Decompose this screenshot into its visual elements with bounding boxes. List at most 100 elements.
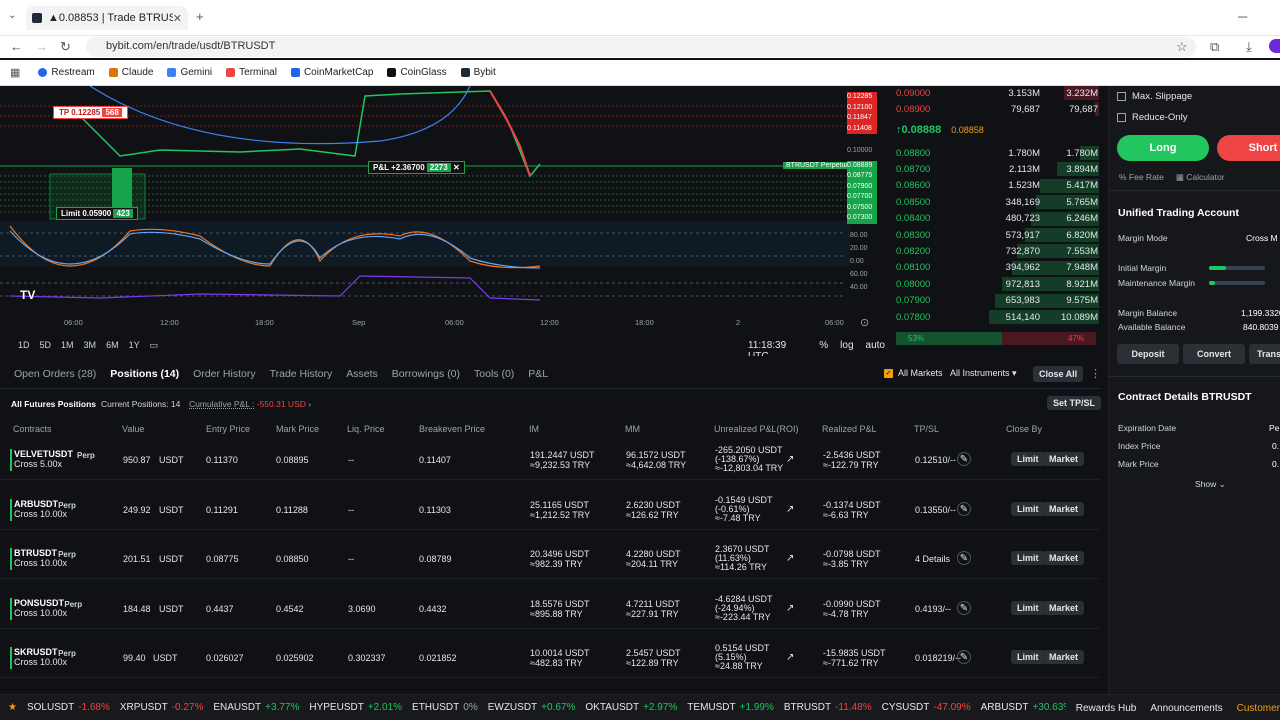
ticker-item[interactable]: ETHUSDT 0% bbox=[412, 702, 478, 713]
bid-row[interactable]: 0.08000 972,813 8.921M bbox=[890, 276, 1105, 292]
close-market-button[interactable]: Market bbox=[1043, 551, 1085, 565]
more-options-icon[interactable]: ⋮ bbox=[1090, 367, 1101, 380]
leverage[interactable]: Cross 10.00x bbox=[14, 657, 67, 667]
limit-order-label[interactable]: Limit 0.05900 423 bbox=[56, 207, 138, 220]
share-pnl-icon[interactable]: ↗ bbox=[786, 603, 794, 614]
ticker-item[interactable]: HYPEUSDT +2.01% bbox=[309, 702, 402, 713]
fee-rate-link[interactable]: % Fee Rate bbox=[1119, 172, 1164, 183]
max-slippage-row[interactable]: Max. Slippage bbox=[1117, 91, 1192, 102]
tpsl-value[interactable]: 0.4193/-- bbox=[915, 604, 951, 614]
tab-positions[interactable]: Positions (14) bbox=[110, 368, 179, 384]
contract-name[interactable]: SKRUSDT bbox=[14, 647, 58, 657]
favorites-star-icon[interactable]: ★ bbox=[8, 702, 17, 713]
all-futures-label[interactable]: All Futures Positions bbox=[11, 399, 96, 409]
back-icon[interactable]: ← bbox=[10, 39, 23, 54]
bid-row[interactable]: 0.08400 480,723 6.246M bbox=[890, 211, 1105, 227]
bid-row[interactable]: 0.07800 514,140 10.089M bbox=[890, 309, 1105, 325]
bid-row[interactable]: 0.08100 394,962 7.948M bbox=[890, 260, 1105, 276]
chart-settings-icon[interactable]: ⊙ bbox=[860, 316, 869, 329]
apps-grid-icon[interactable]: ▦ bbox=[10, 66, 20, 79]
bid-row[interactable]: 0.08600 1.523M 5.417M bbox=[890, 178, 1105, 194]
bookmark-coinmarketcap[interactable]: CoinMarketCap bbox=[290, 67, 373, 78]
tab-assets[interactable]: Assets bbox=[346, 368, 378, 384]
contract-name[interactable]: VELVETUSDT bbox=[14, 449, 73, 459]
ticker-item[interactable]: ENAUSDT +3.77% bbox=[213, 702, 299, 713]
ticker-item[interactable]: OKTAUSDT +2.97% bbox=[585, 702, 677, 713]
interval-6m[interactable]: 6M bbox=[106, 340, 119, 351]
percent-scale-toggle[interactable]: % bbox=[819, 340, 828, 356]
close-position-icon[interactable]: ✕ bbox=[453, 163, 460, 172]
transfer-button[interactable]: Trans bbox=[1249, 344, 1280, 364]
leverage[interactable]: Cross 5.00x bbox=[14, 459, 62, 469]
share-pnl-icon[interactable]: ↗ bbox=[786, 504, 794, 515]
close-limit-button[interactable]: Limit bbox=[1011, 600, 1045, 615]
ticker-item[interactable]: SOLUSDT -1.68% bbox=[27, 702, 110, 713]
tab-order-history[interactable]: Order History bbox=[193, 368, 255, 384]
leverage[interactable]: Cross 10.00x bbox=[14, 558, 67, 568]
download-icon[interactable]: ⤓ bbox=[1246, 39, 1252, 55]
tab-list-icon[interactable]: ⌄ bbox=[8, 10, 16, 21]
bid-row[interactable]: 0.08700 2.113M 3.894M bbox=[890, 161, 1105, 177]
reduce-only-row[interactable]: Reduce-Only bbox=[1117, 112, 1187, 123]
share-pnl-icon[interactable]: ↗ bbox=[786, 652, 794, 663]
header-value[interactable]: Value bbox=[122, 424, 144, 434]
cumulative-pnl[interactable]: Cumulative P&L : -550.31 USD › bbox=[189, 399, 311, 409]
reduce-only-checkbox[interactable] bbox=[1117, 113, 1126, 122]
edit-tpsl-icon[interactable]: ✎ bbox=[957, 600, 971, 615]
tpsl-value[interactable]: 0.12510/-- bbox=[915, 455, 956, 465]
close-market-button[interactable]: Market bbox=[1043, 501, 1085, 516]
close-market-button[interactable]: Market bbox=[1043, 600, 1085, 615]
close-all-button[interactable]: Close All bbox=[1033, 366, 1084, 382]
bid-row[interactable]: 0.08500 348,169 5.765M bbox=[890, 194, 1105, 210]
bookmark-star-icon[interactable]: ☆ bbox=[1176, 39, 1188, 55]
contract-name[interactable]: ARBUSDT bbox=[14, 499, 58, 509]
ask-row[interactable]: 0.08900 79,687 79,687 bbox=[890, 101, 1105, 117]
deposit-button[interactable]: Deposit bbox=[1117, 344, 1179, 364]
pnl-position-label[interactable]: P&L +2.36700 2273 ✕ bbox=[368, 161, 465, 174]
tpsl-value[interactable]: 0.018219/-- bbox=[915, 653, 961, 663]
convert-button[interactable]: Convert bbox=[1183, 344, 1245, 364]
profile-avatar[interactable] bbox=[1269, 39, 1280, 53]
forward-icon[interactable]: → bbox=[35, 39, 48, 54]
footer-link[interactable]: Customer bbox=[1237, 703, 1280, 714]
show-more-link[interactable]: Show ⌄ bbox=[1195, 479, 1226, 490]
bid-row[interactable]: 0.07900 653,983 9.575M bbox=[890, 293, 1105, 309]
minimize-icon[interactable]: ─ bbox=[1238, 9, 1247, 24]
bid-row[interactable]: 0.08800 1.780M 1.780M bbox=[890, 145, 1105, 161]
close-tab-icon[interactable]: ✕ bbox=[173, 12, 182, 25]
short-button[interactable]: Short bbox=[1217, 135, 1280, 161]
bid-row[interactable]: 0.08200 732,870 7.553M bbox=[890, 243, 1105, 259]
calculator-link[interactable]: ▦ Calculator bbox=[1176, 172, 1225, 183]
edit-tpsl-icon[interactable]: ✎ bbox=[957, 551, 971, 565]
edit-tpsl-icon[interactable]: ✎ bbox=[957, 452, 971, 466]
tab-tools[interactable]: Tools (0) bbox=[474, 368, 514, 384]
max-slippage-checkbox[interactable] bbox=[1117, 92, 1126, 101]
ticker-item[interactable]: CYSUSDT -47.09% bbox=[882, 702, 971, 713]
tab-pnl[interactable]: P&L bbox=[528, 368, 548, 384]
tpsl-value[interactable]: 0.13550/-- bbox=[915, 505, 956, 515]
ticker-item[interactable]: ARBUSDT +30.63% bbox=[981, 702, 1073, 713]
share-pnl-icon[interactable]: ↗ bbox=[786, 553, 794, 564]
reload-icon[interactable]: ↻ bbox=[60, 39, 71, 55]
tp-order-label[interactable]: TP 0.12285 568 bbox=[53, 106, 128, 119]
ticker-item[interactable]: TEMUSDT +1.99% bbox=[687, 702, 774, 713]
close-market-button[interactable]: Market bbox=[1043, 650, 1085, 664]
new-tab-icon[interactable]: + bbox=[196, 9, 204, 24]
tab-trade-history[interactable]: Trade History bbox=[270, 368, 333, 384]
bookmark-terminal[interactable]: Terminal bbox=[226, 67, 277, 78]
bookmark-gemini[interactable]: Gemini bbox=[167, 67, 212, 78]
price-chart[interactable]: TP 0.12285 568 P&L +2.36700 2273 ✕ Limit… bbox=[0, 86, 885, 356]
browser-tab[interactable]: ▲0.08853 | Trade BTRUSDT | B ✕ bbox=[26, 6, 188, 30]
close-limit-button[interactable]: Limit bbox=[1011, 452, 1045, 466]
url-input[interactable]: bybit.com/en/trade/usdt/BTRUSDT bbox=[86, 37, 1196, 57]
leverage[interactable]: Cross 10.00x bbox=[14, 608, 67, 618]
tab-open-orders[interactable]: Open Orders (28) bbox=[14, 368, 96, 384]
interval-3m[interactable]: 3M bbox=[84, 340, 97, 351]
ask-row[interactable]: 0.09000 3.153M 3.232M bbox=[890, 85, 1105, 101]
footer-link[interactable]: Rewards Hub bbox=[1076, 703, 1137, 714]
ticker-item[interactable]: EWZUSDT +0.67% bbox=[488, 702, 576, 713]
set-tpsl-button[interactable]: Set TP/SL bbox=[1047, 396, 1102, 410]
tpsl-value[interactable]: 4 Details bbox=[915, 554, 950, 564]
all-markets-toggle[interactable]: ✓ All Markets bbox=[884, 368, 943, 378]
footer-link[interactable]: Announcements bbox=[1150, 703, 1222, 714]
